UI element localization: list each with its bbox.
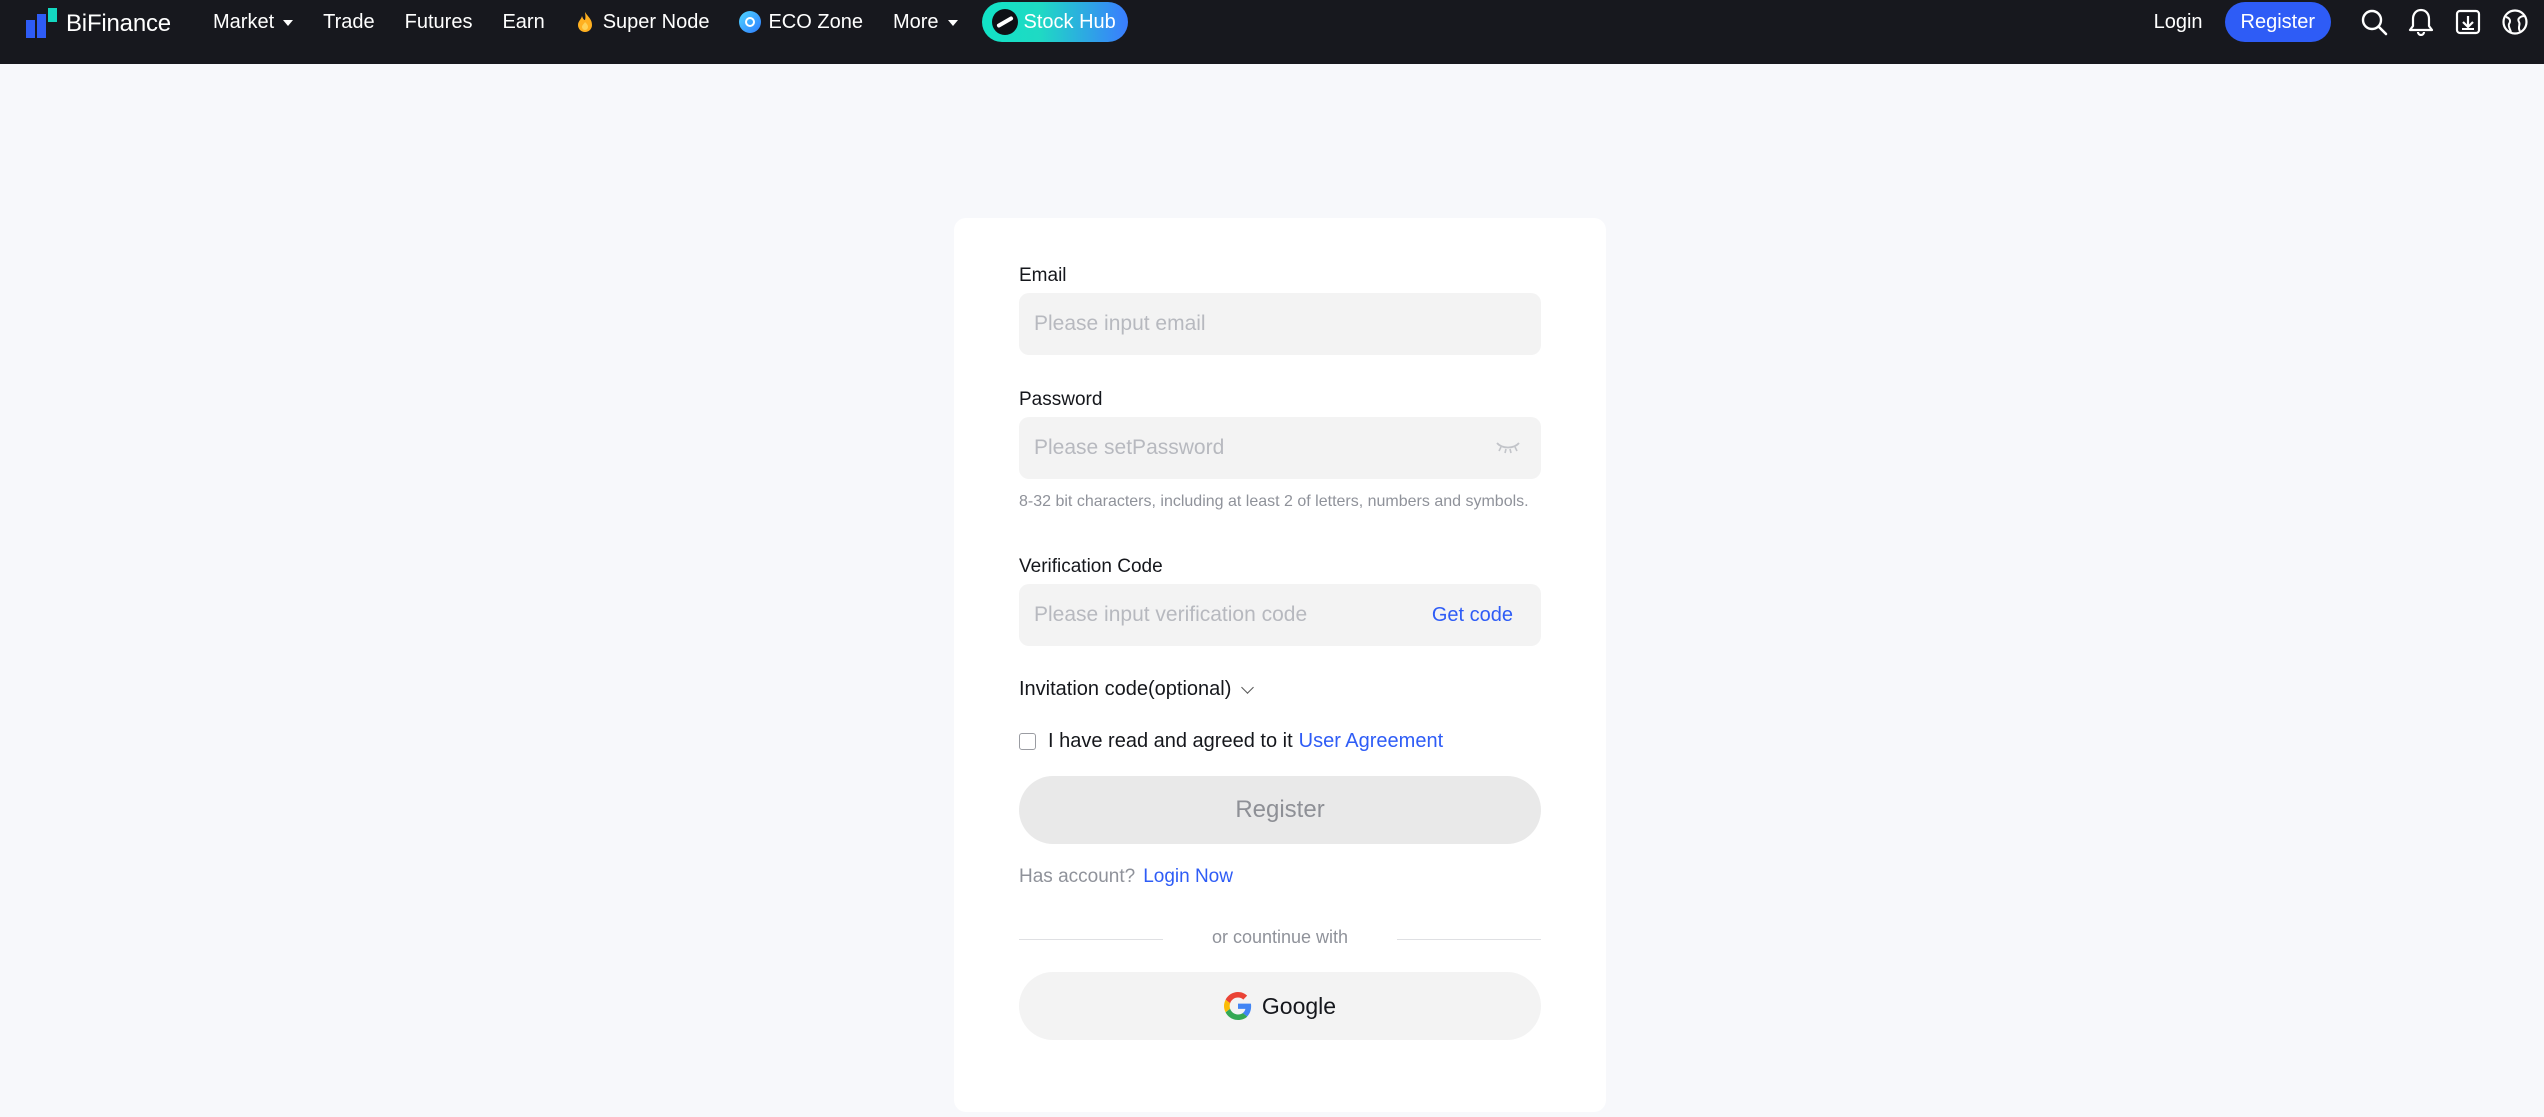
user-agreement-link[interactable]: User Agreement [1299, 730, 1444, 753]
password-label: Password [1019, 389, 1103, 410]
nav-market[interactable]: Market [213, 10, 294, 34]
divider-line-right [1397, 939, 1541, 940]
nav-super-node-label: Super Node [602, 10, 710, 33]
verification-field-wrapper: Get code [1019, 584, 1541, 646]
top-navigation-bar: BiFinance Market Trade Futures Earn Supe… [0, 0, 2544, 64]
header-login-link[interactable]: Login [2154, 11, 2203, 34]
has-account-text: Has account? [1019, 866, 1136, 887]
main-nav: Market Trade Futures Earn Super Node ECO… [213, 0, 1128, 44]
nav-earn-label: Earn [502, 10, 545, 33]
agreement-checkbox[interactable] [1019, 733, 1036, 750]
nav-eco-zone[interactable]: ECO Zone [739, 10, 863, 34]
email-label: Email [1019, 265, 1067, 286]
nav-trade[interactable]: Trade [323, 11, 375, 34]
password-field[interactable] [1019, 417, 1541, 479]
register-card: Email Password 8-32 bit characters, incl… [954, 218, 1606, 1112]
agreement-text: I have read and agreed to it [1048, 730, 1293, 752]
globe-icon[interactable] [2500, 7, 2530, 37]
invitation-code-label: Invitation code(optional) [1019, 678, 1232, 700]
download-icon[interactable] [2453, 7, 2483, 37]
invitation-code-toggle[interactable]: Invitation code(optional) [1019, 678, 1255, 701]
get-code-button[interactable]: Get code [1432, 584, 1513, 646]
nav-more[interactable]: More [893, 11, 958, 34]
nav-futures-label: Futures [404, 10, 473, 33]
password-field-wrapper [1019, 417, 1541, 479]
google-login-button[interactable]: Google [1019, 972, 1541, 1040]
has-account-row: Has account? Login Now [1019, 866, 1233, 888]
email-field-wrapper [1019, 293, 1541, 355]
brand-name: BiFinance [66, 10, 171, 37]
password-hint: 8-32 bit characters, including at least … [1019, 493, 1529, 510]
nav-stock-hub-label: Stock Hub [1023, 10, 1116, 33]
google-icon [1223, 992, 1252, 1020]
eye-closed-icon[interactable] [1495, 439, 1521, 455]
bell-icon[interactable] [2406, 7, 2436, 37]
chevron-down-icon [1241, 680, 1255, 694]
email-field[interactable] [1019, 293, 1541, 355]
brand-logo[interactable]: BiFinance [26, 6, 171, 42]
bifinance-logo-icon [26, 8, 57, 38]
login-now-link[interactable]: Login Now [1143, 866, 1233, 888]
nav-earn[interactable]: Earn [502, 11, 544, 34]
agreement-row: I have read and agreed to it User Agreem… [1019, 730, 1443, 753]
nav-super-node[interactable]: Super Node [575, 10, 710, 34]
caret-down-icon [283, 20, 294, 26]
nav-more-label: More [892, 10, 939, 33]
header-register-button[interactable]: Register [2224, 2, 2331, 42]
nav-market-label: Market [213, 10, 275, 33]
eco-zone-icon [739, 11, 762, 33]
stock-hub-icon [991, 9, 1018, 35]
search-icon[interactable] [2359, 7, 2389, 37]
nav-trade-label: Trade [323, 10, 375, 33]
nav-eco-zone-label: ECO Zone [768, 10, 863, 33]
caret-down-icon [947, 20, 958, 26]
register-button[interactable]: Register [1019, 776, 1541, 844]
fire-icon [577, 12, 592, 32]
nav-stock-hub[interactable]: Stock Hub [981, 2, 1128, 42]
nav-futures[interactable]: Futures [405, 11, 473, 34]
verification-code-label: Verification Code [1019, 556, 1163, 577]
continue-with-text: or countinue with [1211, 927, 1349, 947]
header-actions: Login Register [2154, 0, 2544, 44]
google-button-label: Google [1261, 992, 1337, 1019]
